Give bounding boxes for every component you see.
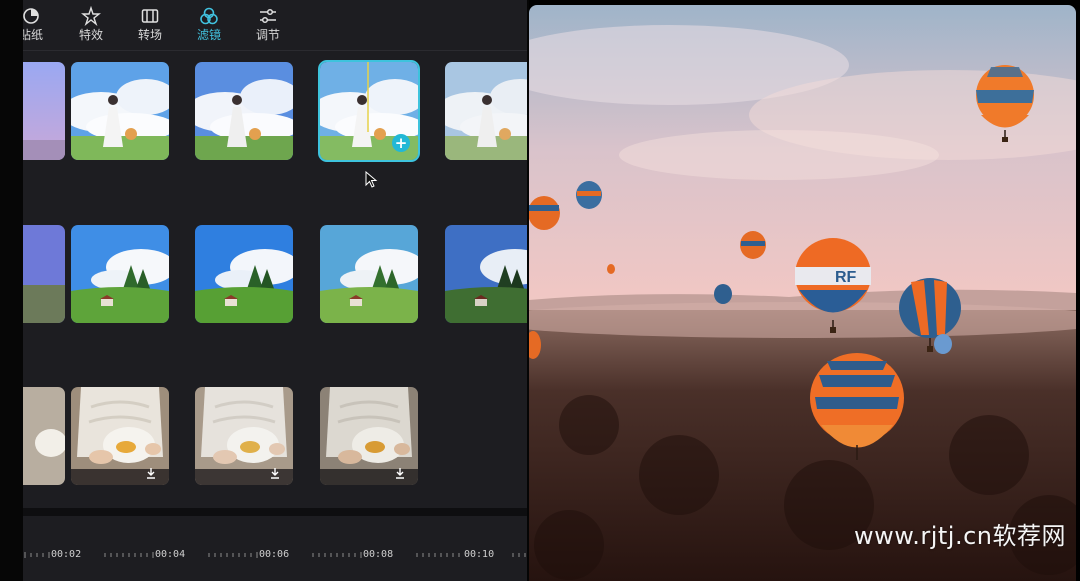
balloon-text: RF <box>835 269 857 286</box>
editor-panel: 贴纸 特效 转场 滤镜 调节 + 00:02 00:04 00:06 00:08… <box>23 0 527 581</box>
filter-thumb[interactable] <box>320 387 418 485</box>
hot-air-balloons-preview: RF <box>529 5 1076 581</box>
mouse-cursor-icon <box>365 171 378 188</box>
watermark: www.rjtj.cn软荐网 <box>854 522 1066 550</box>
filter-thumb[interactable] <box>195 225 293 323</box>
video-preview: RF www.rjtj.cn软荐网 <box>529 5 1076 581</box>
tab-label: 调节 <box>255 28 280 42</box>
tab-label: 滤镜 <box>196 28 221 42</box>
tab-adjust[interactable]: 调节 <box>238 6 298 48</box>
left-window-edge <box>0 0 23 581</box>
filter-thumb[interactable] <box>445 62 527 160</box>
asset-tabs: 贴纸 特效 转场 滤镜 调节 <box>23 0 527 51</box>
filter-circles-icon <box>200 7 218 25</box>
download-icon <box>147 468 155 479</box>
filter-thumb[interactable] <box>71 225 169 323</box>
tab-label: 贴纸 <box>23 28 43 42</box>
sticker-icon <box>23 8 39 24</box>
tab-stickers[interactable]: 贴纸 <box>23 6 61 48</box>
timeline-label: 00:08 <box>363 549 394 560</box>
filter-thumb[interactable] <box>320 225 418 323</box>
download-icon <box>396 468 404 479</box>
timeline-label: 00:10 <box>464 549 495 560</box>
tab-label: 转场 <box>137 28 162 42</box>
filter-thumb-selected[interactable]: + <box>318 60 420 162</box>
filter-thumb[interactable] <box>195 62 293 160</box>
filter-grid: + <box>23 51 527 501</box>
sliders-icon <box>260 8 276 24</box>
tab-label: 特效 <box>78 28 103 42</box>
filter-thumb[interactable] <box>23 225 65 323</box>
timeline-ruler[interactable]: 00:02 00:04 00:06 00:08 00:10 <box>23 516 527 581</box>
sparkle-star-icon <box>81 6 101 26</box>
filter-thumb[interactable] <box>71 62 169 160</box>
tab-transitions[interactable]: 转场 <box>120 6 180 48</box>
transition-icon <box>141 9 159 23</box>
download-icon <box>271 468 279 479</box>
filter-thumb[interactable] <box>445 225 527 323</box>
timeline-separator <box>23 508 527 516</box>
filter-thumb[interactable] <box>23 387 65 485</box>
filter-thumb[interactable] <box>23 62 65 160</box>
filter-thumb[interactable] <box>195 387 293 485</box>
add-filter-icon[interactable]: + <box>392 134 410 152</box>
tab-filters[interactable]: 滤镜 <box>179 6 239 48</box>
tab-effects[interactable]: 特效 <box>61 6 121 48</box>
timeline-label: 00:06 <box>259 549 290 560</box>
timeline-label: 00:04 <box>155 549 186 560</box>
filter-thumb[interactable] <box>71 387 169 485</box>
timeline-label: 00:02 <box>51 549 82 560</box>
